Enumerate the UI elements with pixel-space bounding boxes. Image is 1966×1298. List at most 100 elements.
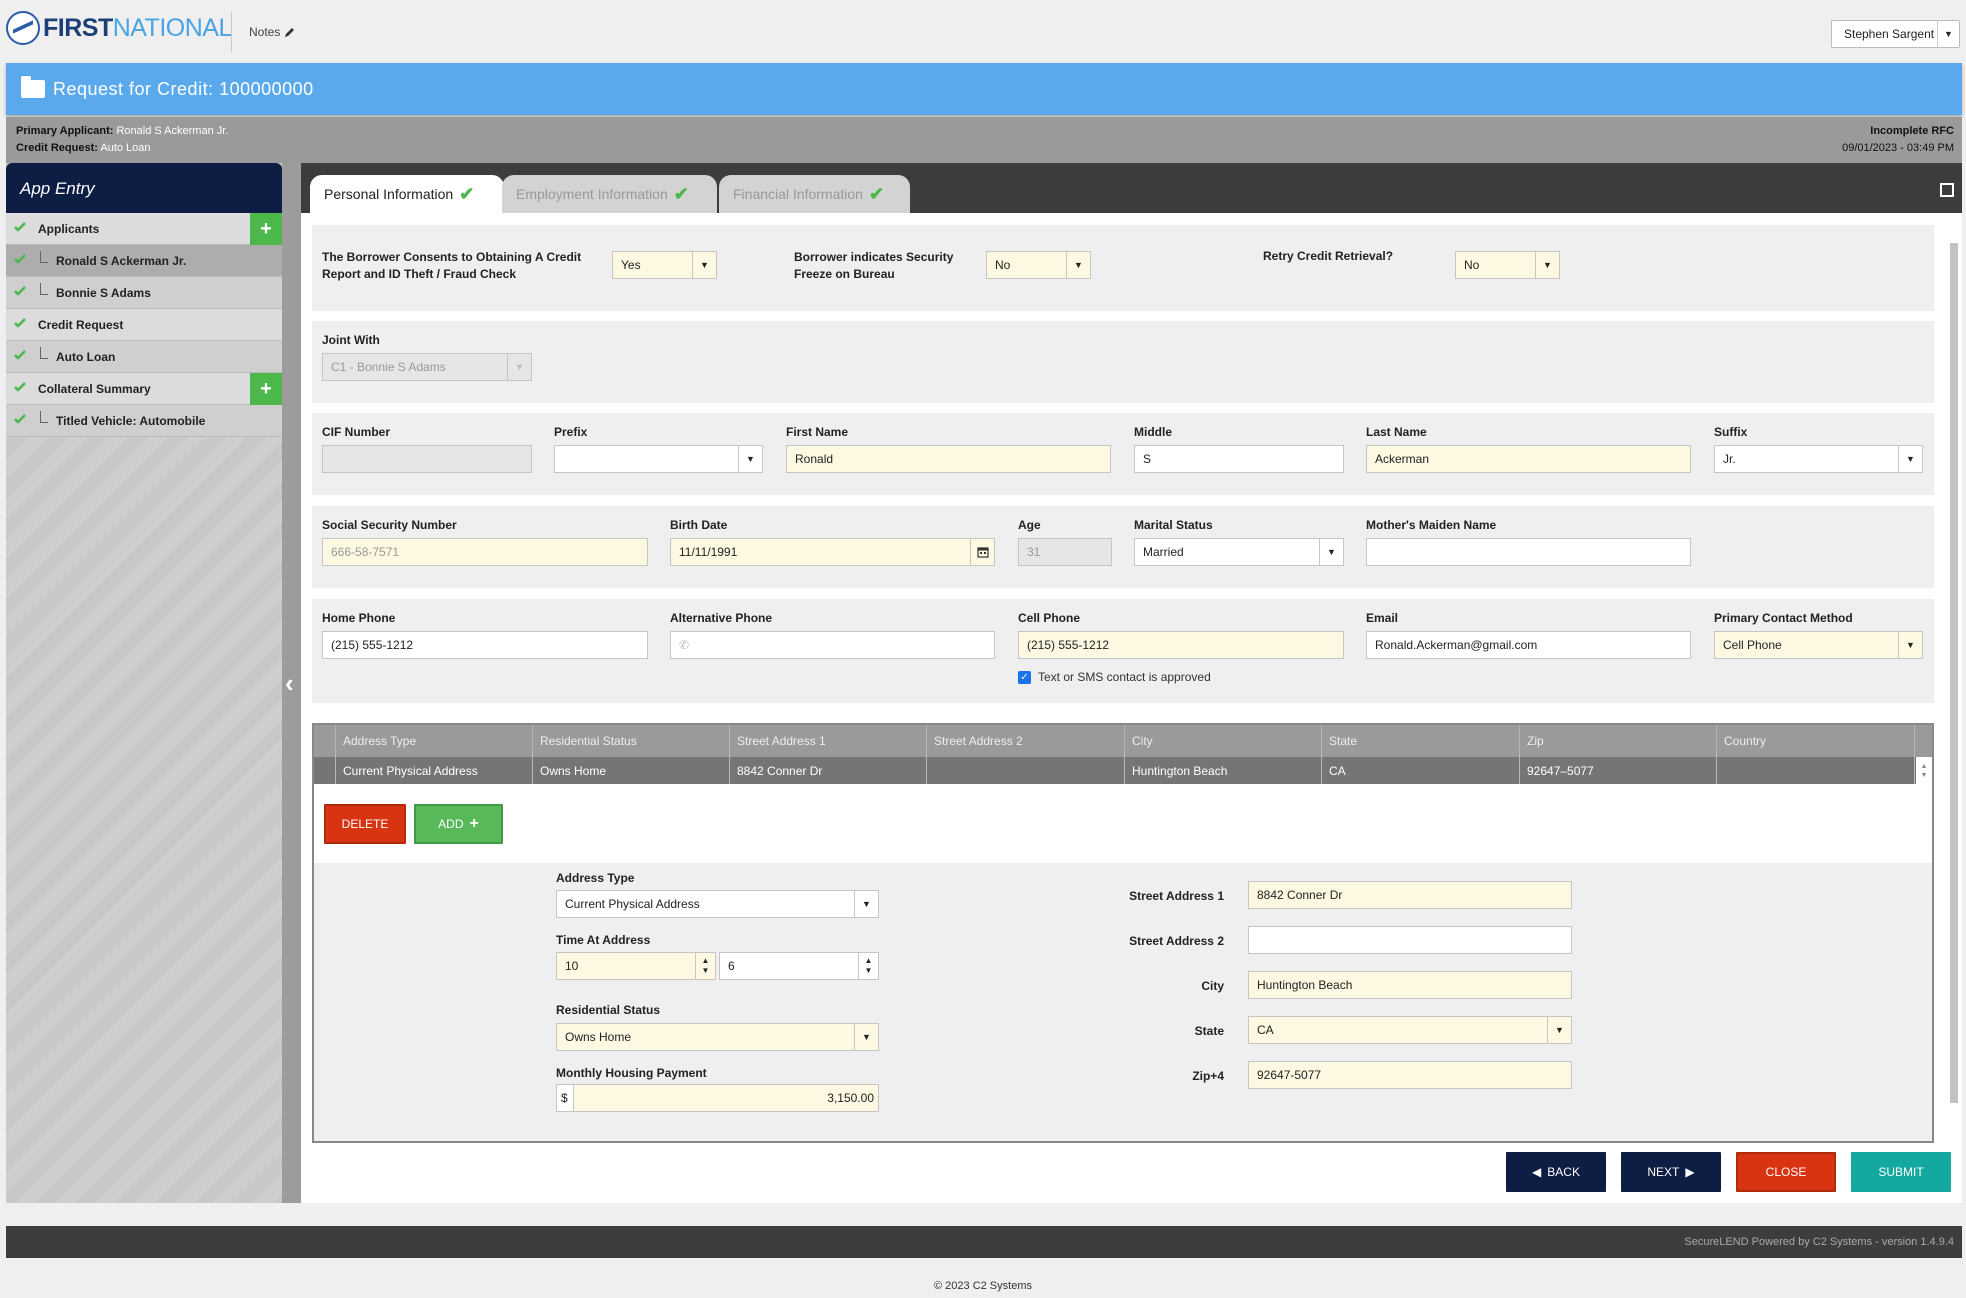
home-phone-label: Home Phone xyxy=(322,611,396,625)
page-title: Request for Credit: 100000000 xyxy=(53,78,314,99)
tree-connector xyxy=(40,347,48,359)
column-header[interactable]: Zip xyxy=(1520,725,1717,757)
tab-financial-information[interactable]: Financial Information ✔ xyxy=(719,175,910,213)
alt-phone-input[interactable]: ✆ xyxy=(670,631,995,659)
close-button[interactable]: CLOSE xyxy=(1736,1152,1836,1192)
joint-with-select[interactable]: C1 - Bonnie S Adams ▼ xyxy=(322,353,532,381)
prefix-select[interactable]: ▼ xyxy=(554,445,763,473)
tab-employment-information[interactable]: Employment Information ✔ xyxy=(502,175,717,213)
add-address-button[interactable]: ADD + xyxy=(414,804,503,844)
birth-date-input[interactable]: 11/11/1991 xyxy=(670,538,995,566)
check-icon: ✔ xyxy=(459,183,475,204)
sidebar-item-bonnie[interactable]: Bonnie S Adams xyxy=(6,277,282,309)
column-header[interactable]: Address Type xyxy=(336,725,533,757)
sidebar-item-label: Applicants xyxy=(38,221,100,236)
row-selector[interactable] xyxy=(314,757,336,784)
identity-panel: Social Security Number 666-58-7571 Birth… xyxy=(312,506,1934,588)
spinner-icon[interactable]: ▲ ▼ xyxy=(858,953,878,979)
scrollbar-thumb[interactable] xyxy=(1950,243,1958,1103)
credit-consent-select[interactable]: Yes ▼ xyxy=(612,251,717,279)
tab-label: Financial Information xyxy=(733,186,863,202)
table-row[interactable]: Current Physical Address Owns Home 8842 … xyxy=(314,757,1932,784)
residential-status-select[interactable]: Owns Home ▼ xyxy=(556,1023,879,1051)
years-value: 10 xyxy=(565,959,579,973)
retry-credit-select[interactable]: No ▼ xyxy=(1455,251,1560,279)
middle-input[interactable]: S xyxy=(1134,445,1344,473)
sidebar-item-auto-loan[interactable]: Auto Loan xyxy=(6,341,282,373)
sidebar-item-collateral-summary[interactable]: Collateral Summary + xyxy=(6,373,282,405)
delete-address-button[interactable]: DELETE xyxy=(324,804,406,844)
street2-label: Street Address 2 xyxy=(1129,934,1224,948)
zip-input[interactable]: 92647-5077 xyxy=(1248,1061,1572,1089)
next-button[interactable]: NEXT ▶ xyxy=(1621,1152,1721,1192)
add-collateral-button[interactable]: + xyxy=(250,373,282,405)
column-header[interactable]: Country xyxy=(1717,725,1915,757)
folder-icon xyxy=(21,76,45,98)
first-name-input[interactable]: Ronald xyxy=(786,445,1111,473)
last-name-input[interactable]: Ackerman xyxy=(1366,445,1691,473)
fullscreen-icon[interactable] xyxy=(1940,183,1954,197)
home-phone-input[interactable]: (215) 555-1212 xyxy=(322,631,648,659)
state-select[interactable]: CA ▼ xyxy=(1248,1016,1572,1044)
sms-approved-checkbox[interactable]: ✓ xyxy=(1018,671,1031,684)
city-input[interactable]: Huntington Beach xyxy=(1248,971,1572,999)
sidebar-item-applicants[interactable]: Applicants + xyxy=(6,213,282,245)
column-header[interactable]: Street Address 2 xyxy=(927,725,1125,757)
check-icon xyxy=(14,382,26,392)
maiden-name-input[interactable] xyxy=(1366,538,1691,566)
add-applicant-button[interactable]: + xyxy=(250,213,282,245)
sidebar-item-label: Credit Request xyxy=(38,317,124,332)
ssn-input[interactable]: 666-58-7571 xyxy=(322,538,648,566)
table-cell: 92647–5077 xyxy=(1520,757,1717,784)
powered-by-text: SecureLEND Powered by C2 Systems - versi… xyxy=(1684,1236,1954,1248)
street1-input[interactable]: 8842 Conner Dr xyxy=(1248,881,1572,909)
scrollbar[interactable] xyxy=(1949,231,1959,1151)
suffix-select[interactable]: Jr. ▼ xyxy=(1714,445,1923,473)
sidebar-item-titled-vehicle[interactable]: Titled Vehicle: Automobile xyxy=(6,405,282,437)
column-header[interactable]: Street Address 1 xyxy=(730,725,927,757)
check-icon xyxy=(14,318,26,328)
birth-date-label: Birth Date xyxy=(670,518,728,532)
tab-personal-information[interactable]: Personal Information ✔ xyxy=(310,175,504,213)
age-label: Age xyxy=(1018,518,1041,532)
city-label: City xyxy=(1201,979,1224,993)
sidebar-item-ronald[interactable]: Ronald S Ackerman Jr. xyxy=(6,245,282,277)
spinner-icon[interactable]: ▲ ▼ xyxy=(695,953,715,979)
column-header[interactable]: State xyxy=(1322,725,1520,757)
divider xyxy=(231,12,232,52)
tree-connector xyxy=(40,251,48,263)
column-header[interactable]: Residential Status xyxy=(533,725,730,757)
check-icon xyxy=(14,350,26,360)
calendar-icon[interactable] xyxy=(970,539,994,565)
sidebar-item-credit-request[interactable]: Credit Request xyxy=(6,309,282,341)
age-input: 31 xyxy=(1018,538,1112,566)
chevron-left-icon: ‹ xyxy=(285,668,294,698)
sidebar-collapse-handle[interactable]: ‹ xyxy=(282,163,301,1203)
grid-scroll-arrows[interactable]: ▲ ▼ xyxy=(1916,757,1932,784)
table-cell: Huntington Beach xyxy=(1125,757,1322,784)
email-input[interactable]: Ronald.Ackerman@gmail.com xyxy=(1366,631,1691,659)
user-menu[interactable]: Stephen Sargent ▼ xyxy=(1831,20,1960,48)
cif-input[interactable] xyxy=(322,445,532,473)
housing-payment-input[interactable]: 3,150.00 xyxy=(573,1084,879,1112)
primary-applicant-value: Ronald S Ackerman Jr. xyxy=(116,125,229,137)
submit-button[interactable]: SUBMIT xyxy=(1851,1152,1951,1192)
pencil-icon xyxy=(285,28,295,37)
months-at-address-stepper[interactable]: 6 ▲ ▼ xyxy=(719,952,879,980)
top-bar: FIRST NATIONAL Notes Stephen Sargent ▼ xyxy=(0,0,1966,60)
street2-input[interactable] xyxy=(1248,926,1572,954)
notes-link[interactable]: Notes xyxy=(249,25,296,39)
marital-status-select[interactable]: Married ▼ xyxy=(1134,538,1344,566)
cell-phone-input[interactable]: (215) 555-1212 xyxy=(1018,631,1344,659)
contact-method-select[interactable]: Cell Phone ▼ xyxy=(1714,631,1923,659)
back-button[interactable]: ◀ BACK xyxy=(1506,1152,1606,1192)
years-at-address-stepper[interactable]: 10 ▲ ▼ xyxy=(556,952,716,980)
address-type-select[interactable]: Current Physical Address ▼ xyxy=(556,890,879,918)
column-header[interactable]: City xyxy=(1125,725,1322,757)
brand-logo[interactable]: FIRST NATIONAL xyxy=(6,10,232,46)
joint-with-label: Joint With xyxy=(322,333,380,347)
security-freeze-select[interactable]: No ▼ xyxy=(986,251,1091,279)
copyright: © 2023 C2 Systems xyxy=(934,1280,1032,1292)
email-label: Email xyxy=(1366,611,1399,625)
table-cell xyxy=(1717,757,1915,784)
